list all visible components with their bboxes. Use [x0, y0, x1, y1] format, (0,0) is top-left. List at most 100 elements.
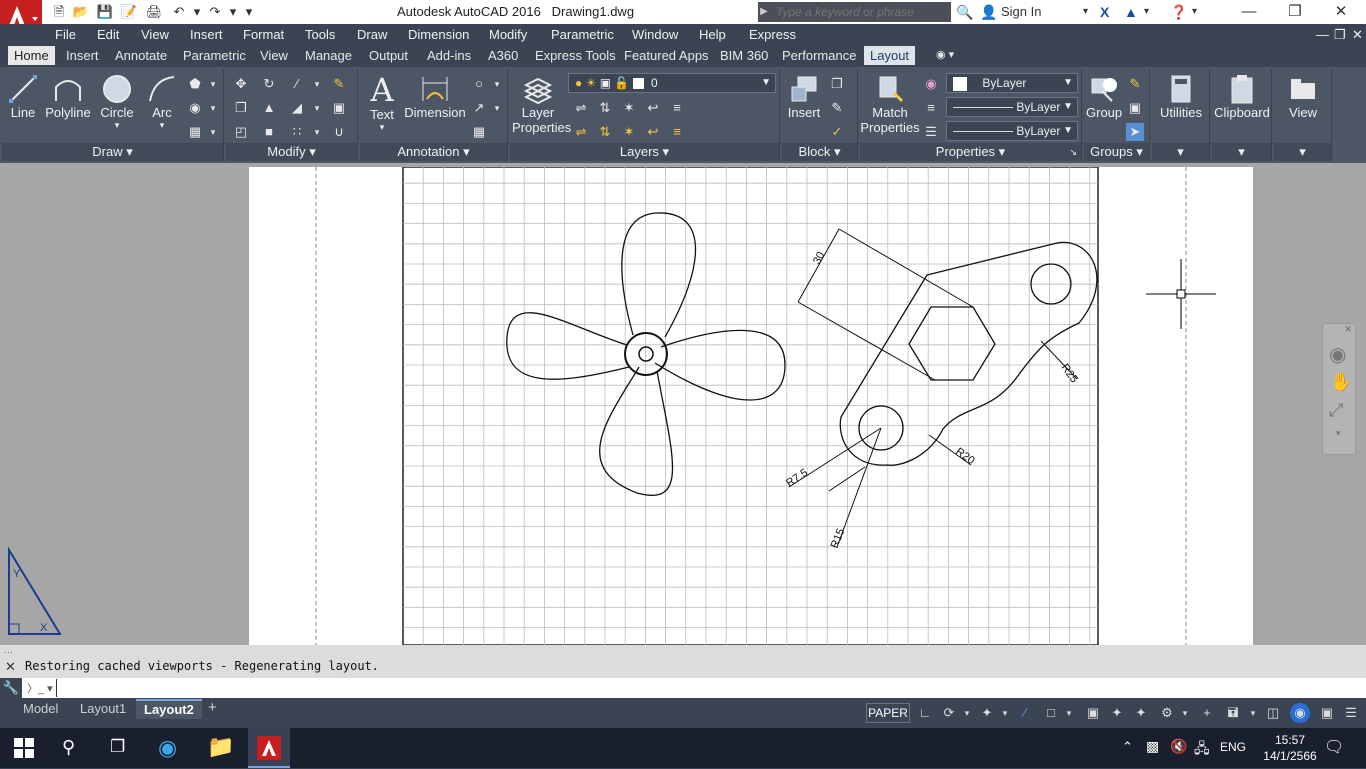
layer-unisolate-icon[interactable]: ↩ [644, 99, 662, 117]
customize-quick-access-icon[interactable]: ▾ [240, 3, 258, 21]
polygon-icon[interactable]: ⬟ [186, 75, 204, 93]
layer-previous-icon[interactable]: ⇅ [596, 99, 614, 117]
tab-performance[interactable]: Performance [782, 48, 856, 63]
tab-layout2[interactable]: Layout2 [136, 699, 202, 719]
language-indicator[interactable]: ENG [1220, 740, 1246, 754]
task-view-icon[interactable]: ❐ [110, 737, 125, 757]
restore-button[interactable]: ❐ [1272, 0, 1318, 24]
menu-parametric[interactable]: Parametric [551, 27, 614, 42]
undo-dropdown-icon[interactable]: ▾ [188, 3, 206, 21]
group-edit-icon[interactable]: ▣ [1126, 99, 1144, 117]
scale-icon[interactable]: ■ [260, 123, 278, 141]
layer-on-all-icon[interactable]: ✶ [620, 123, 638, 141]
copy-icon[interactable]: ❐ [232, 99, 250, 117]
properties-dialog-launcher-icon[interactable]: ↘ [1069, 143, 1077, 161]
minimize-button[interactable]: — [1226, 0, 1272, 24]
rotate-icon[interactable]: ↻ [260, 75, 278, 93]
quick-properties-icon[interactable]: ◫ [1262, 703, 1284, 723]
properties-panel-label[interactable]: Properties ▾ ↘ [860, 143, 1081, 161]
mirror-icon[interactable]: ▲ [260, 99, 278, 117]
search-input[interactable] [770, 2, 951, 22]
menu-tools[interactable]: Tools [305, 27, 335, 42]
layer-isolate-icon[interactable]: ✶ [620, 99, 638, 117]
volume-muted-icon[interactable]: 🔇 [1170, 738, 1187, 755]
clipboard-dropdown-icon[interactable]: ▾ [1212, 143, 1271, 161]
explode-icon[interactable]: ▣ [330, 99, 348, 117]
tab-view[interactable]: View [260, 48, 288, 63]
edit-attributes-icon[interactable]: ✓ [828, 123, 846, 141]
multileader-icon[interactable]: ↗ [470, 99, 488, 117]
line-button[interactable]: Line [4, 73, 42, 120]
lineweight-icon[interactable]: ☰ [922, 123, 940, 141]
menu-format[interactable]: Format [243, 27, 284, 42]
annotation-scale-icon[interactable]: ✦ [1106, 703, 1128, 723]
hatch-dropdown-icon[interactable]: ▾ [204, 123, 222, 141]
redo-icon[interactable]: ↷ [206, 3, 224, 21]
add-layout-icon[interactable]: + [208, 699, 217, 716]
linetype-dropdown[interactable]: ByLayer ▼ [946, 97, 1078, 117]
utilities-button[interactable]: Utilities [1152, 73, 1210, 120]
model-space-icon[interactable]: ▣ [1082, 703, 1104, 723]
tab-home[interactable]: Home [8, 46, 55, 65]
help-dropdown-icon[interactable]: ▾ [1192, 2, 1197, 22]
polar-tracking-icon[interactable]: ∕ [1014, 703, 1036, 723]
layer-lock-all-icon[interactable]: ↩ [644, 123, 662, 141]
grid-toggle-icon[interactable]: ∟ [914, 703, 936, 723]
menu-file[interactable]: File [55, 27, 76, 42]
fill-icon[interactable]: ◉ [186, 99, 204, 117]
fillet-dropdown-icon[interactable]: ▾ [308, 99, 326, 117]
user-icon[interactable]: 👤 [980, 2, 997, 22]
undo-icon[interactable]: ↶ [170, 3, 188, 21]
arc-dropdown-icon[interactable]: ▾ [142, 120, 182, 131]
leader-circle-icon[interactable]: ○ [470, 75, 488, 93]
trim-dropdown-icon[interactable]: ▾ [308, 75, 326, 93]
color-dropdown[interactable]: ByLayer ▼ [946, 73, 1078, 93]
sign-in-dropdown-icon[interactable]: ▾ [1083, 2, 1088, 22]
dimension-button[interactable]: Dimension [404, 73, 466, 120]
help-icon[interactable]: ❓ [1170, 2, 1187, 22]
match-properties-button[interactable]: Match Properties [860, 73, 920, 135]
group-selection-icon[interactable]: ➤ [1126, 123, 1144, 141]
binoculars-icon[interactable]: 🔍 [956, 2, 973, 22]
modify-panel-label[interactable]: Modify ▾ [226, 143, 357, 161]
arc-button[interactable]: Arc ▾ [142, 73, 182, 131]
tab-add-ins[interactable]: Add-ins [427, 48, 471, 63]
tab-output[interactable]: Output [369, 48, 408, 63]
edge-browser-icon[interactable]: ◉ [158, 735, 177, 761]
hatch-icon[interactable]: ▦ [186, 123, 204, 141]
sign-in-link[interactable]: Sign In [1001, 2, 1041, 22]
windows-start-icon[interactable] [14, 738, 34, 758]
stretch-icon[interactable]: ◰ [232, 123, 250, 141]
offset-icon[interactable]: ∪ [330, 123, 348, 141]
open-icon[interactable]: 📂 [72, 3, 90, 21]
tab-a360[interactable]: A360 [488, 48, 518, 63]
autocad-taskbar-icon[interactable] [248, 728, 290, 768]
command-grip-icon[interactable]: ⋯ [4, 647, 13, 658]
autodesk-a360-icon[interactable]: ▲ [1124, 2, 1138, 22]
taskbar-search-icon[interactable]: ⚲ [62, 737, 75, 758]
multileader-dropdown-icon[interactable]: ▾ [488, 99, 506, 117]
menu-modify[interactable]: Modify [489, 27, 527, 42]
doc-close-icon[interactable]: ✕ [1352, 27, 1363, 43]
customize-icon[interactable]: 🔧 [0, 678, 22, 698]
customization-menu-icon[interactable]: ☰ [1340, 703, 1362, 723]
color-wheel-icon[interactable]: ◉ [922, 75, 940, 93]
tab-featured-apps[interactable]: Featured Apps [624, 48, 709, 63]
group-button[interactable]: Group [1086, 73, 1122, 120]
file-explorer-icon[interactable]: 📁 [207, 734, 234, 760]
tab-model[interactable]: Model [23, 701, 58, 716]
leader-dropdown-icon[interactable]: ▾ [488, 75, 506, 93]
erase-icon[interactable]: ✎ [330, 75, 348, 93]
insert-block-button[interactable]: Insert [784, 73, 824, 120]
tab-bim-360[interactable]: BIM 360 [720, 48, 768, 63]
edit-block-icon[interactable]: ✎ [828, 99, 846, 117]
menu-dimension[interactable]: Dimension [408, 27, 469, 42]
a360-dropdown-icon[interactable]: ▾ [1144, 2, 1149, 22]
annotation-panel-label[interactable]: Annotation ▾ [360, 143, 507, 161]
plot-icon[interactable]: 🖨 [145, 3, 163, 21]
units-dropdown-icon[interactable]: ▾ [1242, 703, 1264, 723]
hardware-acceleration-icon[interactable]: ◉ [1290, 703, 1310, 723]
units-icon[interactable]: 🖬 [1222, 703, 1244, 723]
command-close-icon[interactable]: ✕ [5, 659, 16, 675]
save-as-icon[interactable]: 📝 [120, 3, 138, 21]
